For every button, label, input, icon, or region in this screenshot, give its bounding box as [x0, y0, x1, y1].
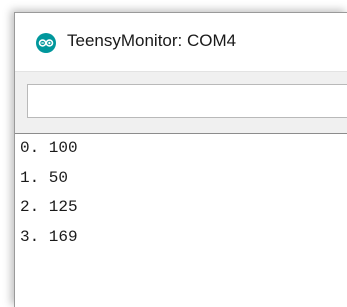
output-line: 2. 125 [20, 198, 78, 216]
serial-monitor-window: TeensyMonitor: COM4 0. 100 1. 50 2. 125 … [14, 12, 347, 307]
output-line: 0. 100 [20, 139, 78, 157]
output-line: 3. 169 [20, 228, 78, 246]
send-input[interactable] [27, 84, 347, 118]
title-bar[interactable]: TeensyMonitor: COM4 [15, 13, 347, 71]
arduino-infinity-icon [36, 33, 56, 53]
serial-output-area[interactable]: 0. 100 1. 50 2. 125 3. 169 [15, 133, 347, 307]
send-toolbar [15, 71, 347, 134]
window-title: TeensyMonitor: COM4 [67, 31, 237, 50]
output-line: 1. 50 [20, 169, 69, 187]
